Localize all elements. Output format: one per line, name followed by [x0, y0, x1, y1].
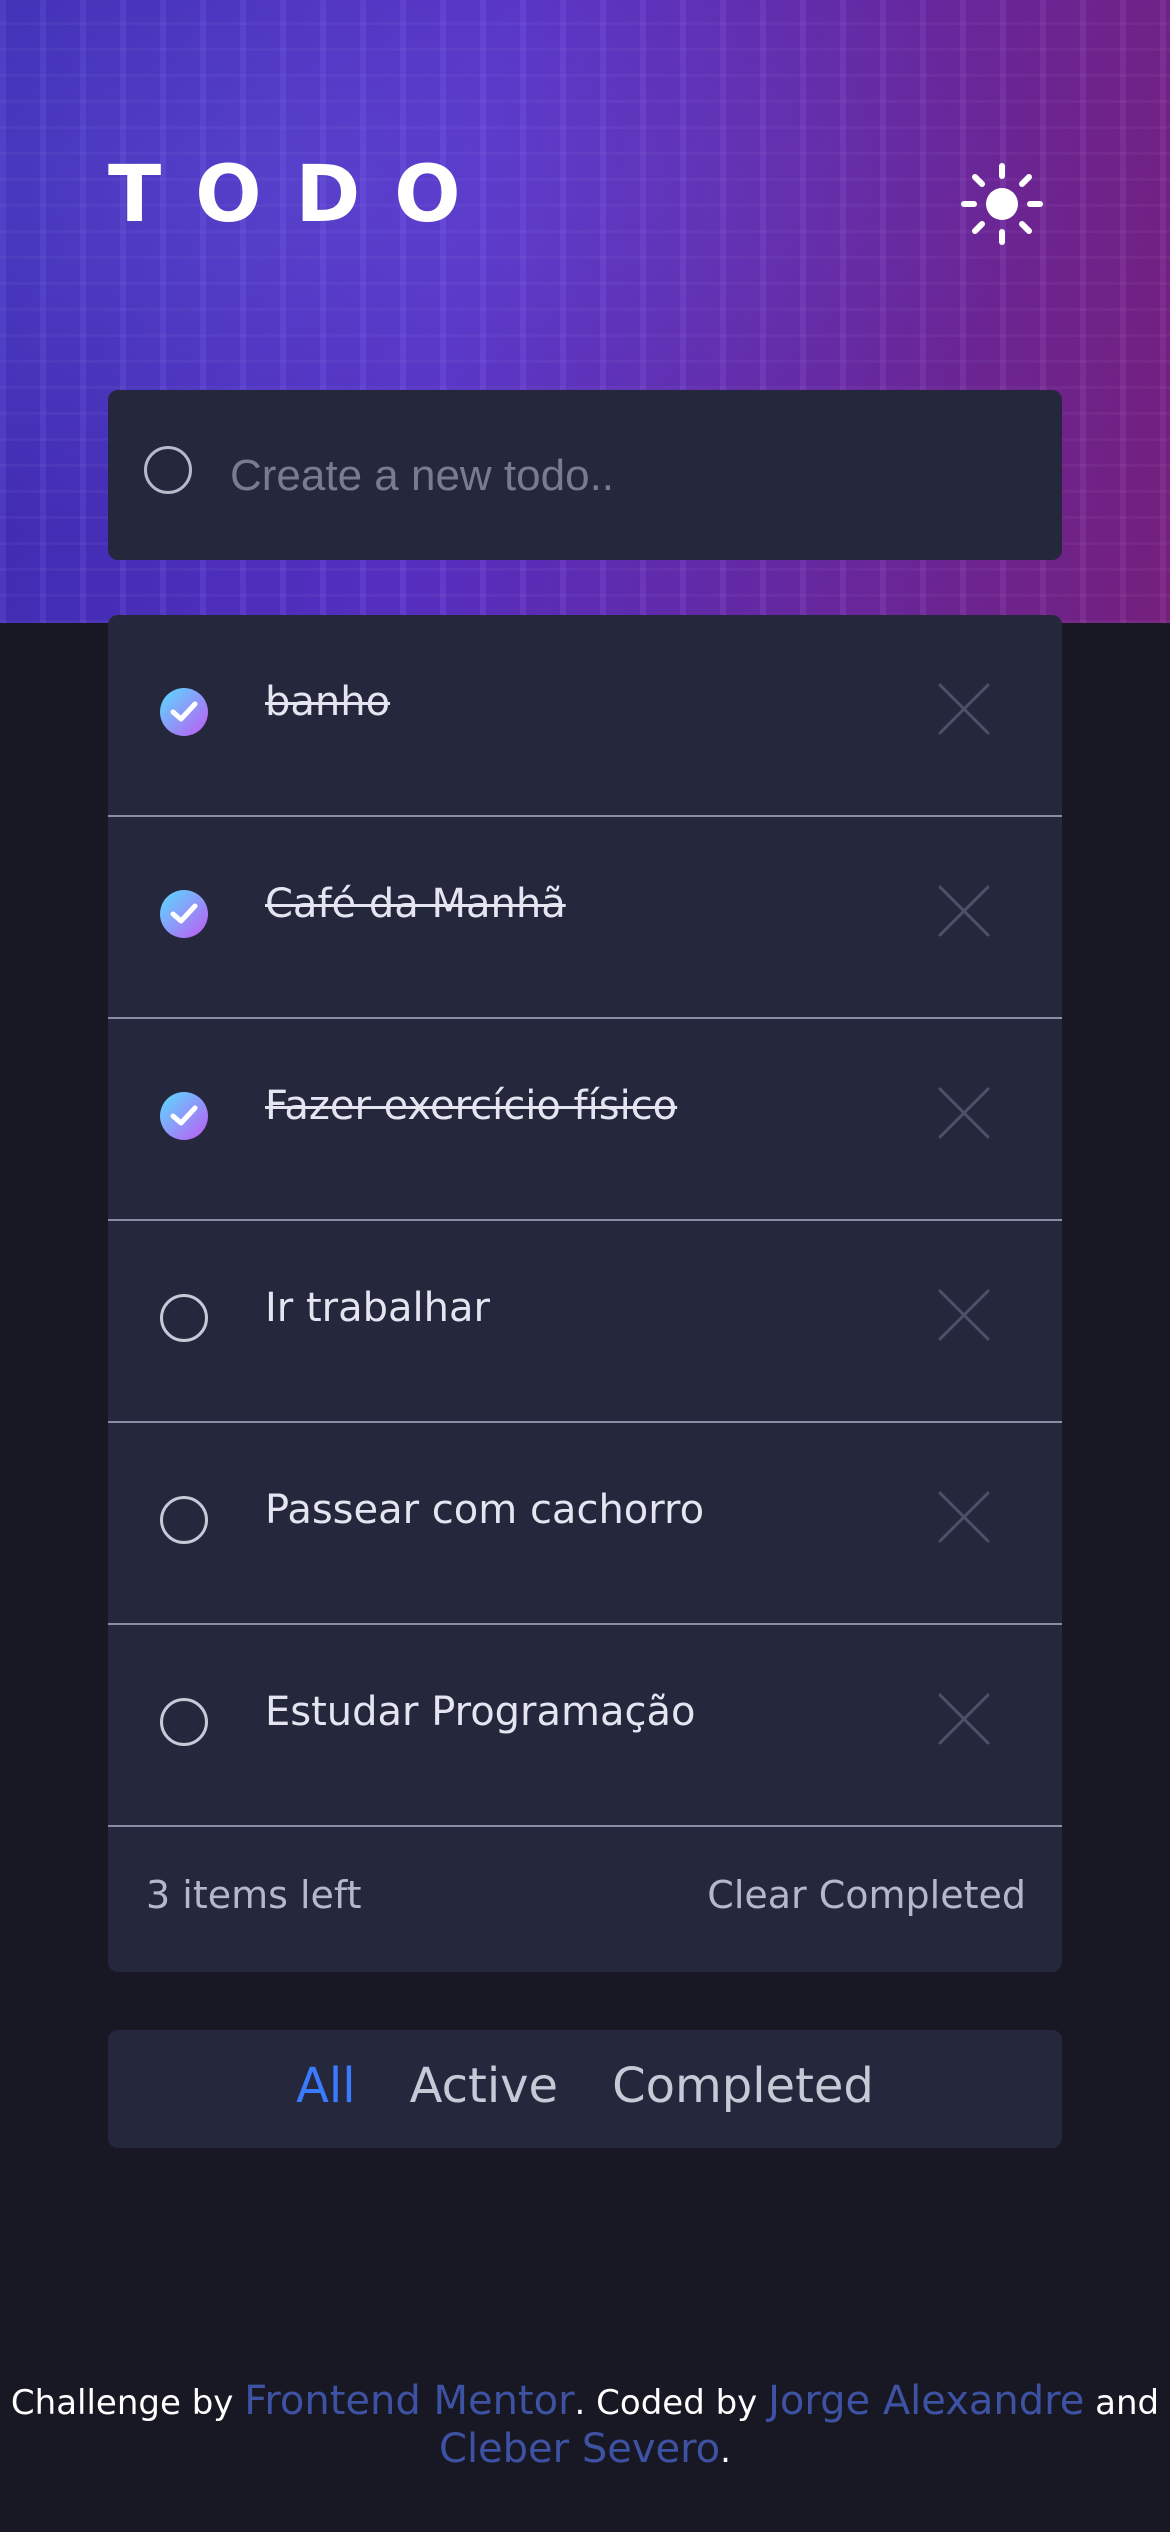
check-icon [170, 1105, 198, 1126]
app-title: TODO [108, 150, 495, 240]
todo-text: Passear com cachorro [265, 1487, 705, 1533]
todo-item: Café da Manhã [108, 817, 1062, 1019]
todo-text: Ir trabalhar [265, 1285, 490, 1331]
items-left-count: 3 items left [146, 1873, 362, 1917]
todo-item: banho [108, 615, 1062, 817]
close-icon [938, 885, 990, 937]
new-todo-input[interactable] [228, 430, 1032, 522]
attribution: Challenge by Frontend Mentor. Coded by J… [0, 2378, 1170, 2474]
list-footer: 3 items left Clear Completed [108, 1817, 1062, 1972]
delete-todo-button[interactable] [934, 1083, 994, 1143]
filter-active[interactable]: Active [410, 2058, 558, 2114]
credits-coded-by: . Coded by [574, 2383, 758, 2423]
delete-todo-button[interactable] [934, 881, 994, 941]
todo-text: Estudar Programação [265, 1689, 696, 1735]
todo-item: Ir trabalhar [108, 1221, 1062, 1423]
credits-prefix: Challenge by [10, 2383, 234, 2423]
todo-text: Fazer exercício físico [265, 1083, 678, 1129]
todo-item: Fazer exercício físico [108, 1019, 1062, 1221]
check-icon [170, 701, 198, 722]
new-todo-card [108, 390, 1062, 560]
todo-checkbox[interactable] [160, 1294, 208, 1342]
close-icon [938, 683, 990, 735]
close-icon [938, 1491, 990, 1543]
todo-checkbox[interactable] [160, 1698, 208, 1746]
clear-completed-button[interactable]: Clear Completed [707, 1873, 1026, 1917]
frontend-mentor-link[interactable]: Frontend Mentor [244, 2378, 574, 2424]
author-link-cleber[interactable]: Cleber Severo [439, 2426, 720, 2472]
todo-checkbox[interactable] [160, 688, 208, 736]
author-link-jorge[interactable]: Jorge Alexandre [768, 2378, 1084, 2424]
theme-toggle-button[interactable] [960, 162, 1044, 246]
filter-completed[interactable]: Completed [612, 2058, 874, 2114]
todo-list: banho Café da Manhã Fazer exercício físico… [108, 615, 1062, 1972]
todo-checkbox[interactable] [160, 1092, 208, 1140]
sun-icon [961, 163, 1043, 245]
filter-all[interactable]: All [296, 2058, 356, 2114]
delete-todo-button[interactable] [934, 679, 994, 739]
todo-checkbox[interactable] [160, 890, 208, 938]
credits-and: and [1095, 2383, 1160, 2423]
close-icon [938, 1087, 990, 1139]
close-icon [938, 1289, 990, 1341]
delete-todo-button[interactable] [934, 1487, 994, 1547]
credits-suffix: . [720, 2431, 731, 2471]
todo-text: Café da Manhã [265, 881, 566, 927]
todo-item: Passear com cachorro [108, 1423, 1062, 1625]
delete-todo-button[interactable] [934, 1285, 994, 1345]
todo-item: Estudar Programação [108, 1625, 1062, 1827]
close-icon [938, 1693, 990, 1745]
check-icon [170, 903, 198, 924]
new-todo-circle-icon [144, 446, 192, 494]
todo-checkbox[interactable] [160, 1496, 208, 1544]
filter-bar: All Active Completed [108, 2030, 1062, 2148]
todo-text: banho [265, 679, 391, 725]
delete-todo-button[interactable] [934, 1689, 994, 1749]
